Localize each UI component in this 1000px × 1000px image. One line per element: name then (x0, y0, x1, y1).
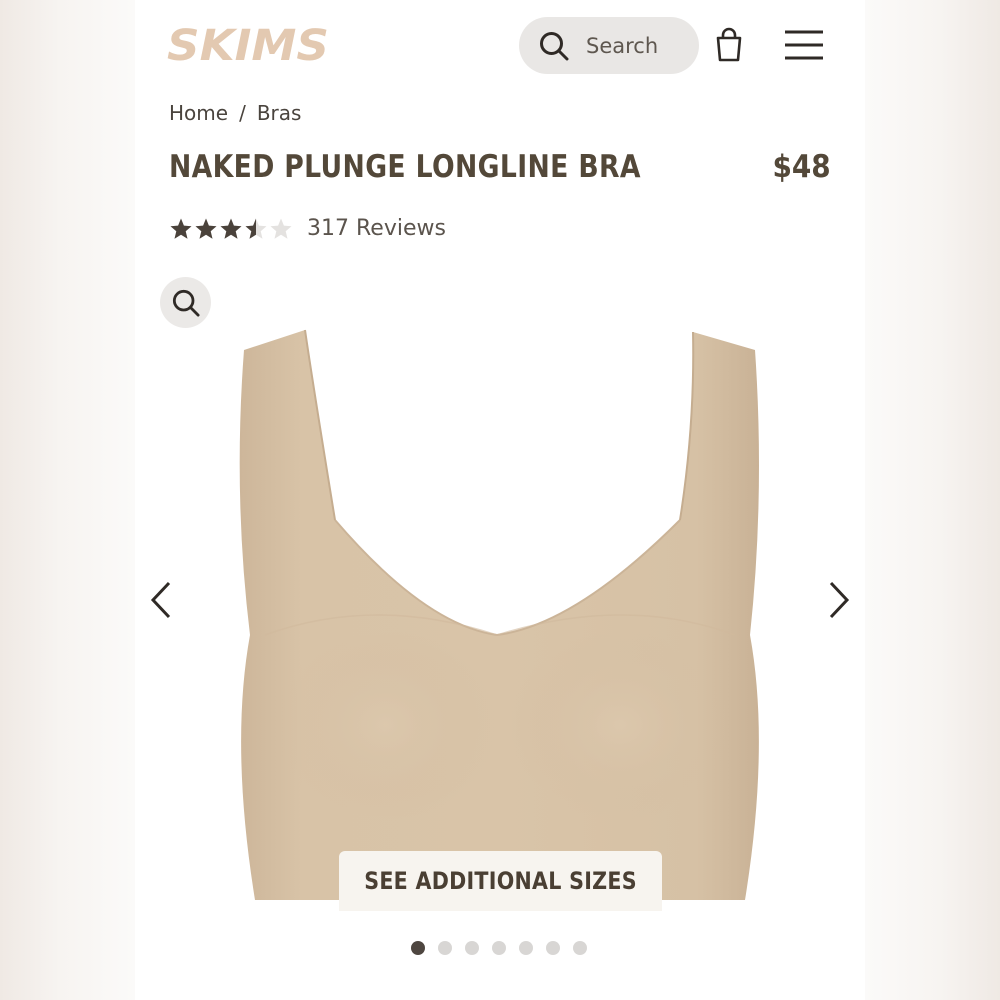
search-label: Search (586, 33, 659, 58)
zoom-icon (172, 289, 200, 317)
menu-icon[interactable] (784, 29, 824, 61)
zoom-button[interactable] (160, 277, 211, 328)
breadcrumb: Home / Bras (169, 101, 301, 125)
breadcrumb-separator: / (239, 101, 246, 125)
breadcrumb-bras[interactable]: Bras (257, 101, 302, 125)
product-page: SKIMS Search Home / Bras NAKED PLUNGE LONG… (135, 0, 865, 1000)
star-icon (220, 218, 242, 239)
search-button[interactable]: Search (519, 17, 699, 74)
rating-stars (169, 217, 293, 241)
product-price: $48 (772, 149, 831, 185)
product-title: NAKED PLUNGE LONGLINE BRA (169, 149, 641, 185)
star-icon (195, 218, 217, 239)
see-additional-sizes-label: SEE ADDITIONAL SIZES (364, 867, 637, 895)
star-icon (270, 218, 292, 239)
pagination-dot[interactable] (546, 941, 560, 955)
chevron-right-icon[interactable] (825, 580, 851, 620)
breadcrumb-home[interactable]: Home (169, 101, 228, 125)
bag-icon[interactable] (715, 27, 743, 63)
see-additional-sizes-button[interactable]: SEE ADDITIONAL SIZES (339, 851, 662, 911)
search-icon (540, 31, 569, 60)
skims-logo[interactable]: SKIMS (165, 22, 333, 66)
pagination-dot[interactable] (438, 941, 452, 955)
logo-text: SKIMS (167, 22, 329, 66)
reviews-link[interactable]: 317 Reviews (307, 216, 446, 241)
star-icon (245, 218, 267, 239)
pagination-dot[interactable] (519, 941, 533, 955)
pagination-dot[interactable] (492, 941, 506, 955)
rating[interactable]: 317 Reviews (169, 216, 446, 241)
product-image (239, 329, 759, 900)
chevron-left-icon[interactable] (149, 580, 175, 620)
gallery-pagination (411, 941, 587, 955)
pagination-dot[interactable] (411, 941, 425, 955)
pagination-dot[interactable] (573, 941, 587, 955)
star-icon (170, 218, 192, 239)
pagination-dot[interactable] (465, 941, 479, 955)
